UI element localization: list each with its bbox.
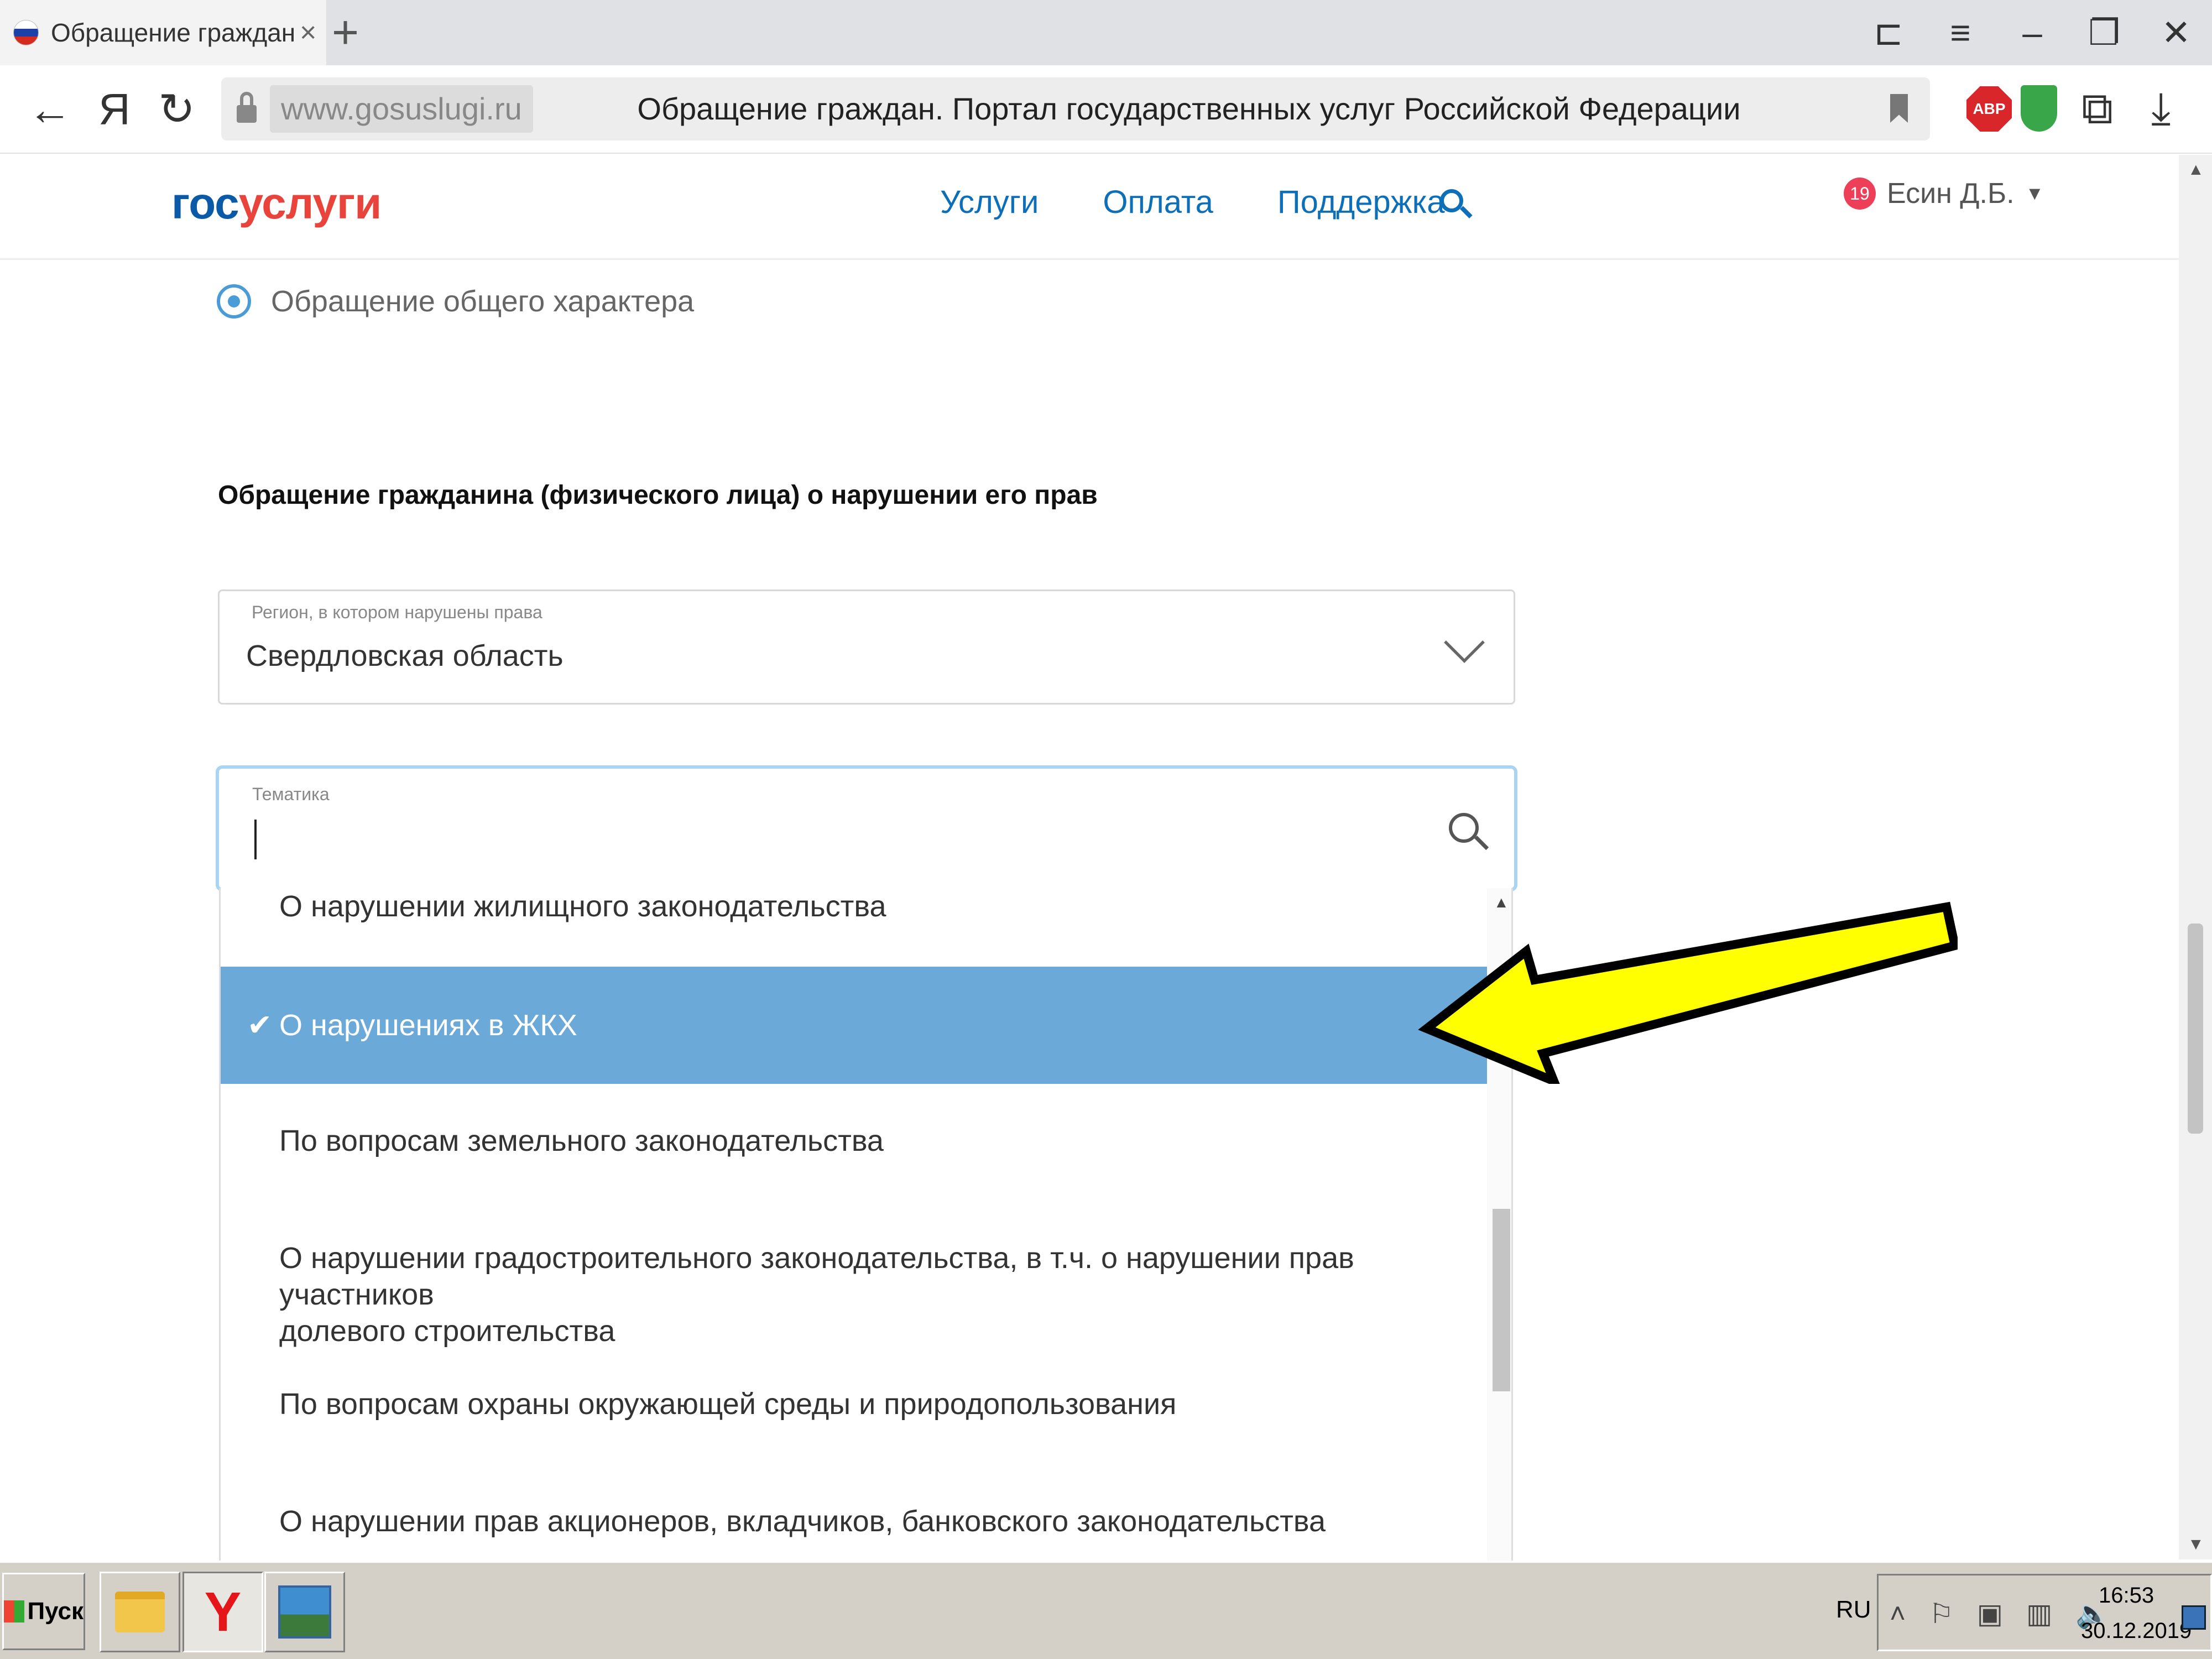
page-scrollbar-thumb[interactable] [2188,924,2203,1134]
radio-general-appeal[interactable]: Обращение общего характера [217,284,694,319]
tab-close-icon[interactable]: × [300,16,316,49]
theme-search-field[interactable]: Тематика [216,765,1517,891]
dropdown-item-label: О нарушениях в ЖКХ [279,1009,577,1042]
download-icon[interactable]: ⤓ [2151,83,2171,134]
check-icon: ✔ [247,1009,273,1042]
notification-badge[interactable]: 19 [1844,178,1876,210]
system-tray: ˄ ⚐ ▣ ▥ 🔈 16:53 30.12.2019 [1877,1574,2212,1651]
nav-payment[interactable]: Оплата [1103,184,1213,221]
theme-dropdown-list: О нарушении жилищного законодательства ✔… [219,888,1513,1568]
show-desktop-icon[interactable] [2182,1605,2206,1630]
close-window-button[interactable]: ✕ [2140,12,2212,54]
text-cursor [254,820,257,859]
menu-icon[interactable]: ≡ [1924,12,1996,53]
gosuslugi-logo[interactable]: госуслуги [171,178,382,229]
dropdown-item[interactable]: По вопросам охраны окружающей среды и пр… [221,1386,1487,1422]
browser-tab-strip: Обращение граждан. Пор × + ⊏ ≡ – ❐ ✕ [0,0,2212,65]
page-title-in-address-bar[interactable]: Обращение граждан. Портал государственны… [608,77,1770,140]
radio-button-selected[interactable] [217,284,251,319]
dropdown-item[interactable]: О нарушении градостроительного законодат… [221,1240,1487,1349]
chevron-down-icon[interactable] [1444,622,1485,663]
browser-tab[interactable]: Обращение граждан. Пор × [0,0,326,65]
dropdown-item[interactable]: По вопросам земельного законодательства [221,1123,1487,1159]
taskbar-explorer[interactable] [100,1572,180,1652]
user-menu[interactable]: 19 Есин Д.Б. ▼ [1844,177,2044,210]
taskbar: Пуск Y RU ˄ ⚐ ▣ ▥ 🔈 16:53 30.12.2019 [0,1561,2212,1659]
taskbar-yandex-browser[interactable]: Y [182,1572,263,1652]
bookmark-icon[interactable] [1890,94,1908,123]
dropdown-item-selected[interactable]: ✔ О нарушениях в ЖКХ [221,967,1487,1084]
russian-flag-icon [13,20,39,45]
reload-button[interactable]: ↻ [158,87,195,132]
shield-icon[interactable] [2021,85,2057,132]
yandex-browser-icon: Y [204,1580,242,1643]
browser-toolbar: ← Я ↻ www.gosuslugi.ru Обращение граждан… [0,65,2212,154]
scroll-up-icon[interactable]: ▲ [2188,160,2204,179]
address-bar[interactable]: www.gosuslugi.ru Обращение граждан. Порт… [221,77,1930,140]
site-header: госуслуги Услуги Оплата Поддержка 19 Еси… [0,155,2179,260]
region-label: Регион, в котором нарушены права [252,602,542,622]
tab-title: Обращение граждан. Пор [51,18,294,47]
nav-support[interactable]: Поддержка [1277,184,1445,221]
main-nav: Услуги Оплата Поддержка [940,184,1509,221]
language-indicator[interactable]: RU [1836,1596,1871,1624]
tab-bookmarks-icon[interactable]: ⊏ [1853,12,1924,54]
windows-logo-icon [4,1600,24,1623]
lock-icon[interactable] [237,92,257,123]
window-controls: ⊏ ≡ – ❐ ✕ [1853,0,2212,65]
new-tab-button[interactable]: + [332,8,359,56]
minimize-button[interactable]: – [1996,12,2068,53]
region-select[interactable]: Регион, в котором нарушены права Свердло… [218,589,1515,705]
extension-icon[interactable]: ⧉ [2081,83,2113,134]
restore-button[interactable]: ❐ [2068,12,2140,54]
radio-label: Обращение общего характера [271,285,695,318]
picture-icon [278,1585,331,1639]
yandex-home-button[interactable]: Я [98,87,131,132]
folder-icon [115,1592,165,1632]
dropdown-item[interactable]: О нарушении прав акционеров, вкладчиков,… [221,1503,1487,1540]
annotation-arrow-icon [1418,901,1958,1084]
theme-label: Тематика [252,784,330,804]
search-icon[interactable] [1440,189,1473,220]
dropdown-item-line2: долевого строительства [279,1314,615,1348]
dropdown-scrollbar-thumb[interactable] [1493,1209,1510,1391]
clock-date[interactable]: 30.12.2019 [2081,1619,2192,1644]
section-title: Обращение гражданина (физического лица) … [218,481,1098,510]
page-scrollbar[interactable]: ▲ ▼ [2179,155,2212,1559]
caret-down-icon[interactable]: ▼ [2026,183,2044,205]
clock-time[interactable]: 16:53 [2099,1583,2154,1608]
start-button[interactable]: Пуск [2,1573,85,1650]
dropdown-item-line1: О нарушении градостроительного законодат… [279,1241,1354,1311]
taskbar-image-viewer[interactable] [264,1572,345,1652]
url-domain[interactable]: www.gosuslugi.ru [270,85,533,133]
nav-services[interactable]: Услуги [940,184,1039,221]
user-name[interactable]: Есин Д.Б. [1887,177,2015,210]
dropdown-item[interactable]: О нарушении жилищного законодательства [221,888,1487,925]
scroll-down-icon[interactable]: ▼ [2188,1535,2204,1554]
back-button[interactable]: ← [28,87,72,132]
adblock-icon[interactable]: ABP [1966,86,2012,132]
region-value: Свердловская область [246,639,564,672]
search-icon[interactable] [1449,813,1489,853]
theme-input[interactable] [259,818,1365,863]
